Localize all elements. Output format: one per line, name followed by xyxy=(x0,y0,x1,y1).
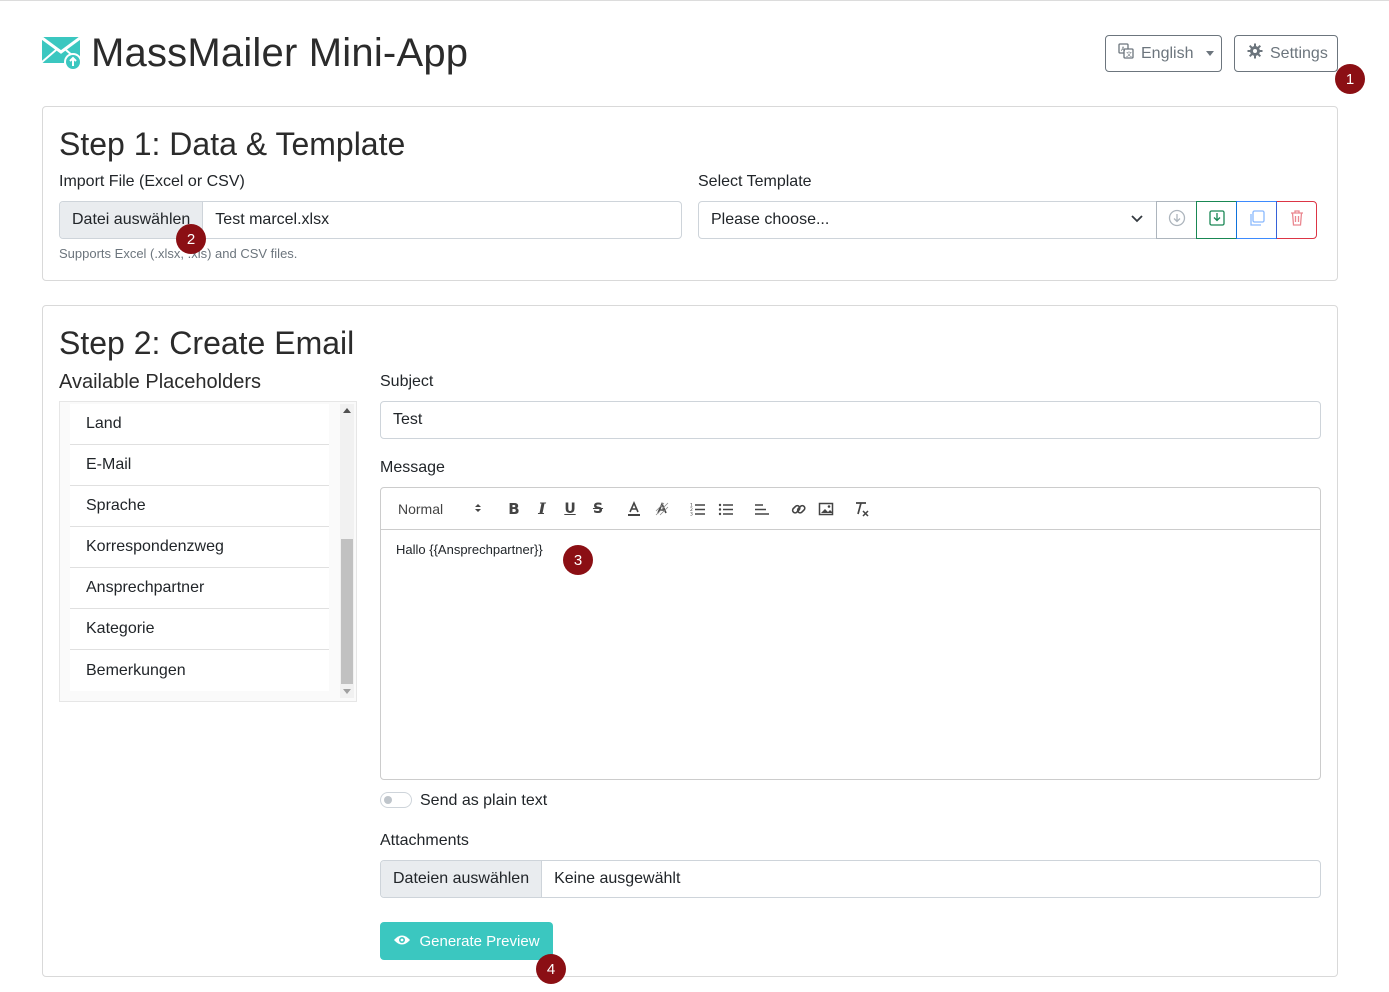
import-file-label: Import File (Excel or CSV) xyxy=(59,173,245,190)
step2-title: Step 2: Create Email xyxy=(59,325,355,361)
generate-preview-label: Generate Preview xyxy=(419,932,540,950)
eye-icon xyxy=(393,933,411,950)
ordered-list-icon[interactable]: 123 xyxy=(684,497,712,521)
plain-text-label: Send as plain text xyxy=(420,792,548,809)
save-icon xyxy=(1208,209,1226,232)
editor-toolbar: Normal B I U S 123 xyxy=(381,488,1320,530)
format-select[interactable]: Normal xyxy=(398,501,490,517)
placeholder-item[interactable]: Land xyxy=(70,404,329,445)
placeholder-item[interactable]: Sprache xyxy=(70,486,329,527)
image-icon[interactable] xyxy=(812,497,840,521)
italic-icon[interactable]: I xyxy=(528,497,556,521)
clear-formatting-icon[interactable] xyxy=(848,497,876,521)
placeholder-item[interactable]: E-Mail xyxy=(70,445,329,486)
step1-title: Step 1: Data & Template xyxy=(59,126,406,162)
scroll-up-arrow-icon[interactable] xyxy=(343,408,351,413)
format-select-value: Normal xyxy=(398,500,444,517)
text-color-icon[interactable] xyxy=(620,497,648,521)
bold-icon[interactable]: B xyxy=(500,497,528,521)
app-header: MassMailer Mini-App A 文 English Settings xyxy=(41,29,1338,77)
message-editor: Normal B I U S 123 Hallo {{Ansprechpartn… xyxy=(380,487,1321,780)
translate-icon: A 文 xyxy=(1118,43,1134,64)
load-template-button[interactable] xyxy=(1156,201,1197,239)
settings-label: Settings xyxy=(1270,44,1328,62)
underline-icon[interactable]: U xyxy=(556,497,584,521)
language-dropdown[interactable]: A 文 English xyxy=(1105,35,1222,72)
attachments-input[interactable]: Dateien auswählen Keine ausgewählt xyxy=(380,860,1321,898)
plain-text-toggle[interactable] xyxy=(380,792,412,808)
trash-icon xyxy=(1289,209,1305,232)
annotation-badge-3: 3 xyxy=(563,545,593,575)
attachments-status: Keine ausgewählt xyxy=(554,870,681,887)
updown-arrows-icon xyxy=(474,501,482,517)
subject-input[interactable]: Test xyxy=(380,401,1321,439)
svg-text:文: 文 xyxy=(1126,51,1132,59)
placeholder-item[interactable]: Bemerkungen xyxy=(70,650,329,691)
app-title: MassMailer Mini-App xyxy=(91,31,469,75)
import-file-input[interactable]: Datei auswählen Test marcel.xlsx xyxy=(59,201,682,239)
message-label: Message xyxy=(380,459,445,476)
bullet-list-icon[interactable] xyxy=(712,497,740,521)
template-group: Please choose... xyxy=(698,201,1322,239)
attachments-label: Attachments xyxy=(380,832,469,849)
link-icon[interactable] xyxy=(784,497,812,521)
chevron-down-icon xyxy=(1130,211,1144,230)
placeholder-item[interactable]: Ansprechpartner xyxy=(70,568,329,609)
language-label: English xyxy=(1141,44,1194,62)
save-template-button[interactable] xyxy=(1196,201,1237,239)
generate-preview-button[interactable]: Generate Preview xyxy=(380,922,553,960)
subject-label: Subject xyxy=(380,373,434,390)
copy-icon xyxy=(1248,209,1266,232)
scroll-down-arrow-icon[interactable] xyxy=(343,689,351,694)
gear-icon xyxy=(1247,43,1263,64)
placeholders-scrollbar[interactable] xyxy=(340,404,354,698)
placeholder-item[interactable]: Korrespondenzweg xyxy=(70,527,329,568)
placeholder-item[interactable]: Kategorie xyxy=(70,609,329,650)
download-circle-icon xyxy=(1168,209,1186,232)
placeholders-title: Available Placeholders xyxy=(59,371,261,393)
annotation-badge-1: 1 xyxy=(1335,64,1365,94)
message-body[interactable]: Hallo {{Ansprechpartner}} xyxy=(381,530,1320,569)
template-select-value: Please choose... xyxy=(711,211,830,228)
template-label: Select Template xyxy=(698,173,812,190)
annotation-badge-2: 2 xyxy=(176,224,206,254)
annotation-badge-4: 4 xyxy=(536,954,566,984)
background-color-icon[interactable] xyxy=(648,497,676,521)
placeholders-list: Land E-Mail Sprache Korrespondenzweg Ans… xyxy=(59,401,357,702)
copy-template-button[interactable] xyxy=(1236,201,1277,239)
template-select[interactable]: Please choose... xyxy=(698,201,1157,239)
settings-button[interactable]: Settings xyxy=(1234,35,1338,72)
toggle-knob xyxy=(384,796,392,804)
choose-attachments-button[interactable]: Dateien auswählen xyxy=(381,861,543,897)
step1-card: Step 1: Data & Template Import File (Exc… xyxy=(42,106,1338,281)
step2-card: Step 2: Create Email Available Placehold… xyxy=(42,305,1338,977)
strikethrough-icon[interactable]: S xyxy=(584,497,612,521)
align-left-icon[interactable] xyxy=(748,497,776,521)
selected-file-name: Test marcel.xlsx xyxy=(215,211,330,228)
delete-template-button[interactable] xyxy=(1276,201,1317,239)
scrollbar-thumb[interactable] xyxy=(341,539,353,684)
caret-down-icon xyxy=(1206,51,1215,56)
svg-text:3: 3 xyxy=(690,511,693,516)
envelope-upload-icon xyxy=(41,34,83,72)
